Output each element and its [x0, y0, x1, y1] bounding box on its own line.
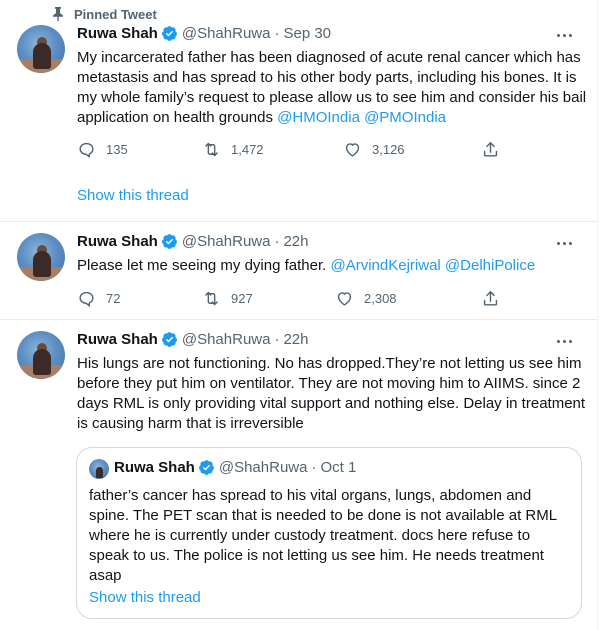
avatar[interactable] [17, 331, 65, 379]
tweet-pinned[interactable]: Pinned Tweet Ruwa Shah @ShahRuwa · Sep 3… [0, 0, 598, 221]
author-handle: @ShahRuwa [218, 459, 308, 476]
more-icon[interactable] [554, 331, 574, 351]
avatar[interactable] [17, 233, 65, 281]
timestamp[interactable]: 22h [283, 233, 308, 250]
tweet-text: Please let me seeing my dying father. @A… [77, 256, 587, 276]
share-button[interactable] [481, 140, 510, 159]
verified-icon [161, 26, 177, 41]
tweet-actions: 72 927 2,308 [77, 289, 498, 309]
tweet[interactable]: Ruwa Shah @ShahRuwa · 22h Please let me … [0, 222, 598, 319]
quoted-tweet-header: Ruwa Shah @ShahRuwa · Oct 1 [114, 459, 356, 476]
verified-icon [161, 332, 177, 347]
retweet-icon [205, 291, 218, 306]
retweet-count: 1,472 [231, 142, 264, 157]
more-icon[interactable] [554, 233, 574, 253]
separator-dot: · [274, 233, 280, 250]
verified-icon [198, 460, 214, 475]
avatar [89, 459, 109, 479]
like-icon [345, 143, 360, 157]
tweet-header: Ruwa Shah @ShahRuwa · Sep 30 [77, 25, 331, 42]
tweet-header: Ruwa Shah @ShahRuwa · 22h [77, 233, 309, 250]
reply-count: 72 [106, 291, 121, 306]
share-icon [483, 291, 498, 306]
tweet-text: My incarcerated father has been diagnose… [77, 48, 587, 128]
retweet-count: 927 [231, 291, 253, 306]
author-handle[interactable]: @ShahRuwa [182, 233, 271, 250]
timestamp[interactable]: 22h [283, 331, 308, 348]
reply-button[interactable]: 72 [77, 289, 120, 308]
like-count: 2,308 [364, 291, 397, 306]
avatar[interactable] [17, 25, 65, 73]
reply-count: 135 [106, 142, 128, 157]
show-thread-link[interactable]: Show this thread [89, 589, 201, 606]
like-count: 3,126 [372, 142, 405, 157]
tweet-actions: 135 1,472 3,126 [77, 140, 498, 160]
timeline: Pinned Tweet Ruwa Shah @ShahRuwa · Sep 3… [0, 0, 598, 630]
show-thread-link[interactable]: Show this thread [77, 187, 189, 204]
author-handle[interactable]: @ShahRuwa [182, 25, 271, 42]
like-button[interactable]: 3,126 [343, 140, 405, 159]
divider [0, 319, 598, 320]
separator-dot: · [274, 25, 280, 42]
tweet-text: His lungs are not functioning. No has dr… [77, 355, 586, 432]
separator-dot: · [311, 459, 317, 476]
like-button[interactable]: 2,308 [335, 289, 397, 308]
reply-icon [79, 142, 94, 158]
reply-icon [79, 291, 94, 307]
mention-link[interactable]: @HMOIndia [277, 109, 360, 126]
timestamp: Oct 1 [320, 459, 357, 476]
mention-link[interactable]: @ArvindKejriwal [330, 257, 440, 274]
quoted-tweet-text: father’s cancer has spread to his vital … [89, 487, 557, 584]
author-name[interactable]: Ruwa Shah [77, 331, 158, 348]
retweet-icon [205, 142, 218, 157]
mention-link[interactable]: @DelhiPolice [445, 257, 535, 274]
share-icon [483, 142, 498, 157]
verified-icon [161, 234, 177, 249]
share-button[interactable] [481, 289, 510, 308]
mention-link[interactable]: @PMOIndia [364, 109, 446, 126]
pin-icon [52, 7, 64, 21]
reply-button[interactable]: 135 [77, 140, 128, 159]
pinned-indicator: Pinned Tweet [52, 6, 157, 22]
more-icon[interactable] [554, 25, 574, 45]
tweet-text-content: Please let me seeing my dying father. [77, 257, 327, 274]
retweet-button[interactable]: 927 [202, 289, 253, 308]
author-name[interactable]: Ruwa Shah [77, 233, 158, 250]
quoted-tweet[interactable]: Ruwa Shah @ShahRuwa · Oct 1 father’s can… [76, 447, 582, 619]
pinned-label: Pinned Tweet [74, 6, 157, 22]
author-name: Ruwa Shah [114, 459, 195, 476]
author-name[interactable]: Ruwa Shah [77, 25, 158, 42]
retweet-button[interactable]: 1,472 [202, 140, 264, 159]
author-handle[interactable]: @ShahRuwa [182, 331, 271, 348]
timestamp[interactable]: Sep 30 [283, 25, 331, 42]
separator-dot: · [274, 331, 280, 348]
like-icon [337, 292, 352, 306]
tweet-header: Ruwa Shah @ShahRuwa · 22h [77, 331, 309, 348]
